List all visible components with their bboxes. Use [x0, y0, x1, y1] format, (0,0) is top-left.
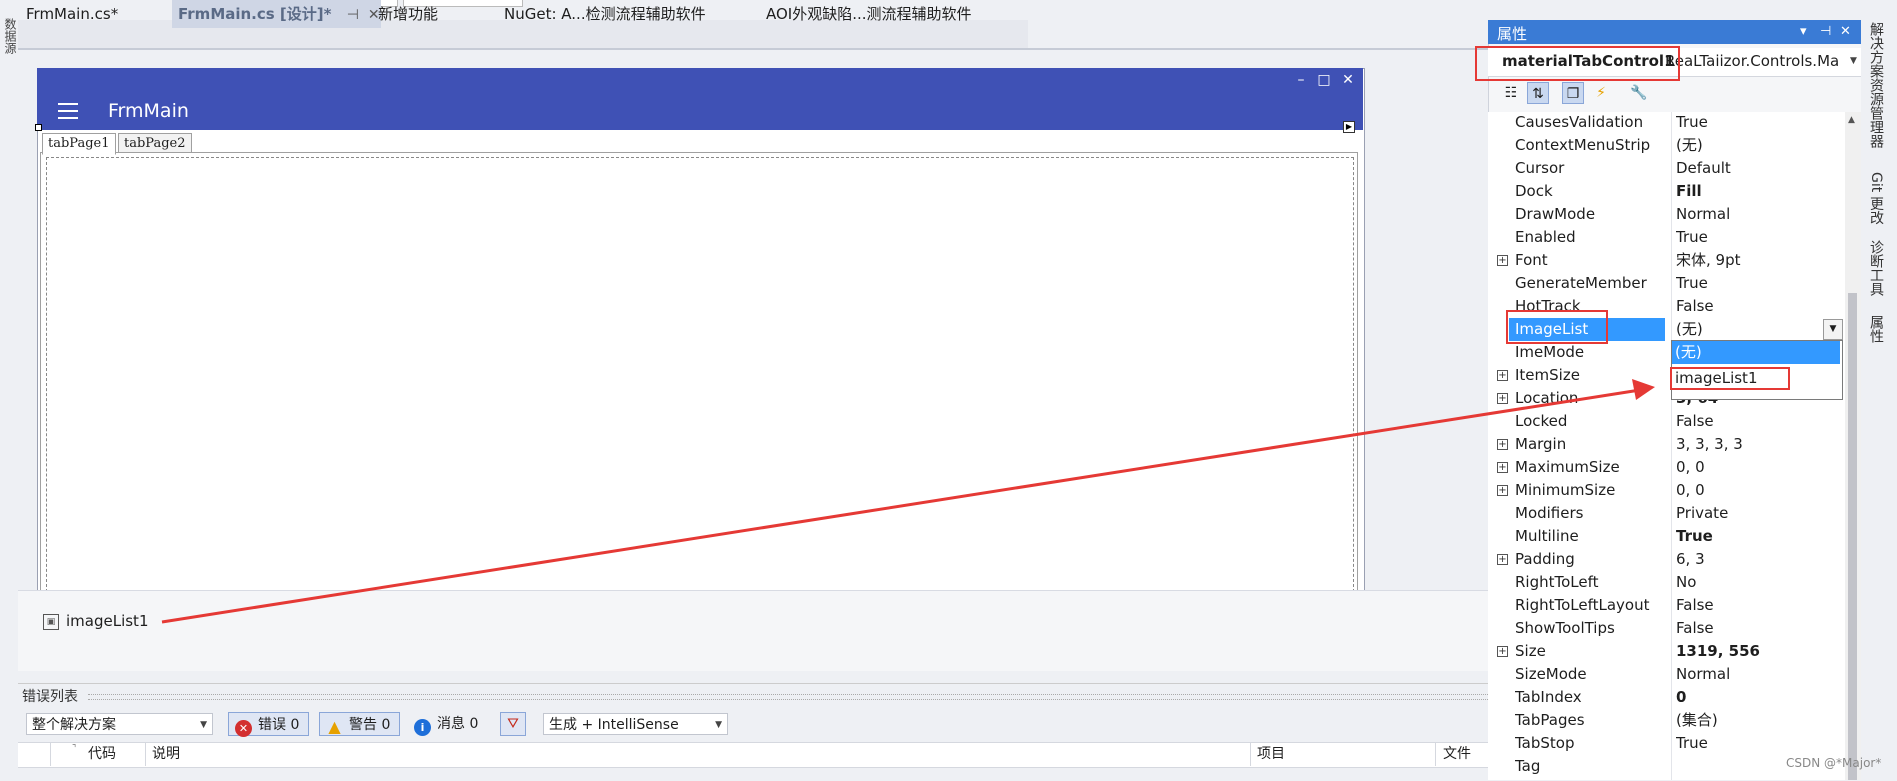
annotation-arrow	[161, 379, 1655, 624]
tab-page1[interactable]: tabPage1	[42, 133, 116, 155]
